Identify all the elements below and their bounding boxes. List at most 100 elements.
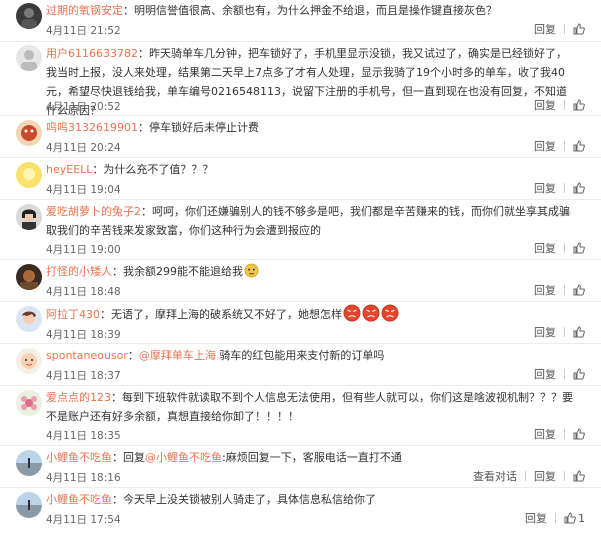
thumbs-up-icon [573, 182, 585, 194]
like-button[interactable] [573, 242, 585, 255]
comment-username[interactable]: 爱点点的123 [46, 391, 111, 404]
like-button[interactable] [573, 23, 585, 36]
thumbs-up-icon [573, 326, 585, 338]
comment-username[interactable]: 爱吃胡萝卜的兔子2 [46, 205, 141, 218]
comment-actions: 回复 [534, 97, 585, 113]
like-button[interactable] [573, 140, 585, 153]
comment-item: 爱吃胡萝卜的兔子2：呵呵，你们还嫌骗别人的钱不够多是吧，我们都是辛苦赚来的钱，而… [0, 200, 601, 260]
comment-timestamp: 4月11日 18:37 [46, 370, 121, 382]
avatar[interactable] [16, 204, 42, 230]
avatar[interactable] [16, 162, 42, 188]
comment-text: 骑车的红包能用来支付新的订单吗 [219, 349, 385, 362]
comment-item: 打怪的小矮人：我余额299能不能退给我 4月11日 18:48 回复 [0, 260, 601, 302]
comment-username[interactable]: 阿拉丁430 [46, 308, 100, 321]
thumbs-up-icon [573, 368, 585, 380]
like-button[interactable] [573, 470, 585, 483]
comment-text: ：明明信誉值很高、余额也有，为什么押金不给退，而且是操作键直接灰色？ [123, 4, 497, 17]
comment-timestamp: 4月11日 20:24 [46, 142, 121, 154]
comment-timestamp: 4月11日 18:16 [46, 472, 121, 484]
comment-text: ：为什么充不了值？？？ [92, 163, 214, 176]
comment-text: ：我余额299能不能退给我 [112, 265, 243, 278]
avatar[interactable] [16, 450, 42, 476]
avatar[interactable] [16, 3, 42, 29]
like-button[interactable] [573, 326, 585, 339]
like-count: 1 [578, 512, 585, 525]
reply-button[interactable]: 回复 [525, 512, 547, 525]
comment-username[interactable]: 小鲤鱼不吃鱼 [46, 493, 112, 506]
avatar[interactable] [16, 45, 42, 71]
comment-item: 过期的氧钢安定：明明信誉值很高、余额也有，为什么押金不给退，而且是操作键直接灰色… [0, 0, 601, 42]
reply-button[interactable]: 回复 [534, 284, 556, 297]
angry-emoji-icon [343, 304, 361, 322]
thumbs-up-icon [573, 23, 585, 35]
comment-item: 爱点点的123：每到下班软件就读取不到个人信息无法使用，但有些人就可以，你们这是… [0, 386, 601, 446]
like-button[interactable] [573, 284, 585, 297]
comment-text: ：今天早上没关锁被别人骑走了，具体信息私信给你了 [112, 493, 376, 506]
comment-actions: 回复 [534, 138, 585, 154]
thumbs-up-icon [573, 140, 585, 152]
like-button[interactable] [573, 428, 585, 441]
like-button[interactable] [573, 99, 585, 112]
comment-username[interactable]: 过期的氧钢安定 [46, 4, 123, 17]
reply-button[interactable]: 回复 [534, 428, 556, 441]
comment-timestamp: 4月11日 20:52 [46, 101, 121, 113]
comment-username[interactable]: 小鲤鱼不吃鱼 [46, 451, 112, 464]
reply-button[interactable]: 回复 [534, 182, 556, 195]
avatar[interactable] [16, 492, 42, 518]
mention-link[interactable]: @小鲤鱼不吃鱼 [145, 451, 222, 464]
comment-text: ：回复 [112, 451, 145, 464]
like-button[interactable] [573, 368, 585, 381]
like-button[interactable]: 1 [564, 512, 585, 525]
comment-text: :麻烦回复一下，客服电话一直打不通 [222, 451, 402, 464]
comment-item: 用户6116633782：昨天骑单车几分钟，把车锁好了，手机里显示没锁，我又试过… [0, 42, 601, 117]
reply-button[interactable]: 回复 [534, 140, 556, 153]
avatar[interactable] [16, 264, 42, 290]
avatar[interactable] [16, 348, 42, 374]
thumbs-up-icon [573, 470, 585, 482]
comment-actions: 查看对话 回复 [473, 468, 585, 484]
mention-link[interactable]: @摩拜单车上海 [139, 349, 216, 362]
comment-text: ：每到下班软件就读取不到个人信息无法使用，但有些人就可以，你们这是啥波视机制？？… [46, 391, 573, 423]
comment-username[interactable]: 呜呜3132619901 [46, 121, 138, 134]
like-button[interactable] [573, 182, 585, 195]
thumbs-up-icon [564, 512, 576, 524]
thumbs-up-icon [573, 242, 585, 254]
sweat-emoji-icon [244, 263, 259, 278]
comment-username[interactable]: heyEELL [46, 163, 92, 176]
comment-actions: 回复 [534, 282, 585, 298]
comment-item: spontaneousor：@摩拜单车上海 骑车的红包能用来支付新的订单吗 4月… [0, 344, 601, 386]
comment-text: ：停车锁好后未停止计费 [138, 121, 259, 134]
comment-actions: 回复 [534, 426, 585, 442]
avatar[interactable] [16, 390, 42, 416]
avatar[interactable] [16, 120, 42, 146]
comment-text: ：无语了，摩拜上海的破系统又不好了，她想怎样 [100, 308, 342, 321]
comment-username[interactable]: 用户6116633782 [46, 47, 138, 60]
comment-username[interactable]: 打怪的小矮人 [46, 265, 112, 278]
thumbs-up-icon [573, 428, 585, 440]
comment-timestamp: 4月11日 17:54 [46, 514, 121, 526]
reply-button[interactable]: 回复 [534, 99, 556, 112]
comment-username[interactable]: spontaneousor [46, 349, 128, 362]
comment-actions: 回复 [534, 21, 585, 37]
comment-item: heyEELL：为什么充不了值？？？ 4月11日 19:04 回复 [0, 158, 601, 200]
angry-emoji-icon [362, 304, 380, 322]
comment-item: 小鲤鱼不吃鱼：回复@小鲤鱼不吃鱼:麻烦回复一下，客服电话一直打不通 4月11日 … [0, 446, 601, 488]
thumbs-up-icon [573, 284, 585, 296]
reply-button[interactable]: 回复 [534, 326, 556, 339]
comment-item: 阿拉丁430：无语了，摩拜上海的破系统又不好了，她想怎样 4月11日 18:39… [0, 302, 601, 344]
comment-timestamp: 4月11日 19:04 [46, 184, 121, 196]
avatar[interactable] [16, 306, 42, 332]
comment-item: 呜呜3132619901：停车锁好后未停止计费 4月11日 20:24 回复 [0, 116, 601, 158]
reply-button[interactable]: 回复 [534, 368, 556, 381]
reply-button[interactable]: 回复 [534, 23, 556, 36]
angry-emoji-icon [381, 304, 399, 322]
comment-item: 小鲤鱼不吃鱼：今天早上没关锁被别人骑走了，具体信息私信给你了 4月11日 17:… [0, 488, 601, 530]
comment-timestamp: 4月11日 19:00 [46, 244, 121, 256]
comment-actions: 回复 [534, 324, 585, 340]
comment-actions: 回复 [534, 366, 585, 382]
reply-button[interactable]: 回复 [534, 470, 556, 483]
comment-timestamp: 4月11日 21:52 [46, 25, 121, 37]
view-conversation-button[interactable]: 查看对话 [473, 470, 517, 483]
comment-timestamp: 4月11日 18:48 [46, 286, 121, 298]
reply-button[interactable]: 回复 [534, 242, 556, 255]
